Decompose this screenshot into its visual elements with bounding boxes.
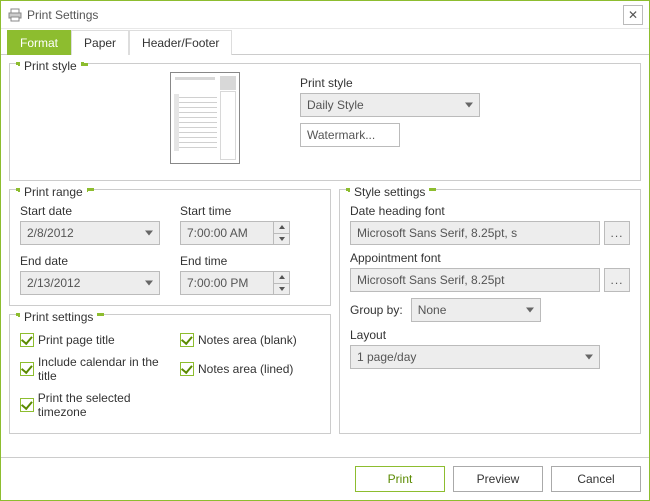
dialog-body: Print style Print style Daily Style — [1, 55, 649, 457]
spin-up-button[interactable] — [273, 272, 289, 284]
start-date-dropdown[interactable]: 2/8/2012 — [20, 221, 160, 245]
cancel-button[interactable]: Cancel — [551, 466, 641, 492]
checkbox-icon — [20, 362, 34, 376]
date-heading-font-value: Microsoft Sans Serif, 8.25pt, s — [357, 226, 517, 240]
end-time-spinner[interactable]: 7:00:00 PM — [180, 271, 290, 295]
end-time-value: 7:00:00 PM — [187, 276, 248, 290]
tab-paper[interactable]: Paper — [71, 30, 129, 55]
group-by-label: Group by: — [350, 303, 403, 317]
dialog-footer: Print Preview Cancel — [1, 457, 649, 500]
checkbox-icon — [20, 398, 34, 412]
appointment-font-label: Appointment font — [350, 251, 630, 265]
titlebar: Print Settings ✕ — [1, 1, 649, 29]
start-date-value: 2/8/2012 — [27, 226, 74, 240]
watermark-button[interactable]: Watermark... — [300, 123, 400, 147]
layout-value: 1 page/day — [357, 350, 416, 364]
checkbox-label: Print the selected timezone — [38, 391, 180, 419]
legend-style-settings: Style settings — [350, 185, 429, 199]
print-settings-window: Print Settings ✕ Format Paper Header/Foo… — [0, 0, 650, 501]
start-time-label: Start time — [180, 204, 310, 218]
checkbox-print-page-title[interactable]: Print page title — [20, 333, 180, 347]
start-time-value: 7:00:00 AM — [187, 226, 248, 240]
chevron-down-icon — [145, 281, 153, 286]
tab-header-footer[interactable]: Header/Footer — [129, 30, 232, 55]
group-by-select[interactable]: None — [411, 298, 541, 322]
legend-print-range: Print range — [20, 185, 87, 199]
chevron-down-icon — [585, 355, 593, 360]
date-heading-font-browse-button[interactable]: ... — [604, 221, 630, 245]
close-icon: ✕ — [628, 8, 638, 22]
tab-format[interactable]: Format — [7, 30, 71, 55]
checkbox-notes-lined[interactable]: Notes area (lined) — [180, 355, 320, 383]
end-date-label: End date — [20, 254, 170, 268]
print-style-value: Daily Style — [307, 98, 364, 112]
checkbox-notes-blank[interactable]: Notes area (blank) — [180, 333, 320, 347]
group-style-settings: Style settings Date heading font Microso… — [339, 189, 641, 434]
print-style-label: Print style — [300, 76, 620, 90]
window-title: Print Settings — [27, 8, 98, 22]
preview-button-label: Preview — [477, 472, 520, 486]
end-date-value: 2/13/2012 — [27, 276, 80, 290]
print-button-label: Print — [388, 472, 413, 486]
watermark-button-label: Watermark... — [307, 128, 375, 142]
checkbox-icon — [180, 333, 194, 347]
layout-label: Layout — [350, 328, 630, 342]
print-icon — [7, 7, 23, 23]
arrow-up-icon — [279, 225, 285, 229]
tab-bar: Format Paper Header/Footer — [1, 29, 649, 55]
date-heading-font-field[interactable]: Microsoft Sans Serif, 8.25pt, s — [350, 221, 600, 245]
group-print-settings: Print settings Print page title Notes ar… — [9, 314, 331, 434]
style-thumbnail — [170, 72, 240, 164]
chevron-down-icon — [465, 103, 473, 108]
cancel-button-label: Cancel — [577, 472, 614, 486]
end-date-dropdown[interactable]: 2/13/2012 — [20, 271, 160, 295]
checkbox-selected-timezone[interactable]: Print the selected timezone — [20, 391, 180, 419]
checkbox-label: Notes area (lined) — [198, 362, 293, 376]
ellipsis-icon: ... — [610, 226, 623, 240]
arrow-down-icon — [279, 287, 285, 291]
spin-up-button[interactable] — [273, 222, 289, 234]
group-print-style: Print style Print style Daily Style — [9, 63, 641, 181]
checkbox-icon — [20, 333, 34, 347]
close-button[interactable]: ✕ — [623, 5, 643, 25]
checkbox-label: Notes area (blank) — [198, 333, 297, 347]
layout-select[interactable]: 1 page/day — [350, 345, 600, 369]
date-heading-font-label: Date heading font — [350, 204, 630, 218]
spin-down-button[interactable] — [273, 284, 289, 295]
spin-down-button[interactable] — [273, 234, 289, 245]
appointment-font-field[interactable]: Microsoft Sans Serif, 8.25pt — [350, 268, 600, 292]
end-time-label: End time — [180, 254, 310, 268]
legend-print-settings: Print settings — [20, 310, 97, 324]
arrow-up-icon — [279, 275, 285, 279]
preview-button[interactable]: Preview — [453, 466, 543, 492]
checkbox-label: Include calendar in the title — [38, 355, 180, 383]
ellipsis-icon: ... — [610, 273, 623, 287]
chevron-down-icon — [145, 231, 153, 236]
checkbox-icon — [180, 362, 194, 376]
appointment-font-browse-button[interactable]: ... — [604, 268, 630, 292]
group-print-range: Print range Start date Start time 2/8/20… — [9, 189, 331, 306]
appointment-font-value: Microsoft Sans Serif, 8.25pt — [357, 273, 504, 287]
checkbox-label: Print page title — [38, 333, 115, 347]
group-by-value: None — [418, 303, 447, 317]
print-style-select[interactable]: Daily Style — [300, 93, 480, 117]
legend-print-style: Print style — [20, 59, 81, 73]
chevron-down-icon — [526, 308, 534, 313]
start-date-label: Start date — [20, 204, 170, 218]
checkbox-include-calendar[interactable]: Include calendar in the title — [20, 355, 180, 383]
print-button[interactable]: Print — [355, 466, 445, 492]
start-time-spinner[interactable]: 7:00:00 AM — [180, 221, 290, 245]
arrow-down-icon — [279, 237, 285, 241]
